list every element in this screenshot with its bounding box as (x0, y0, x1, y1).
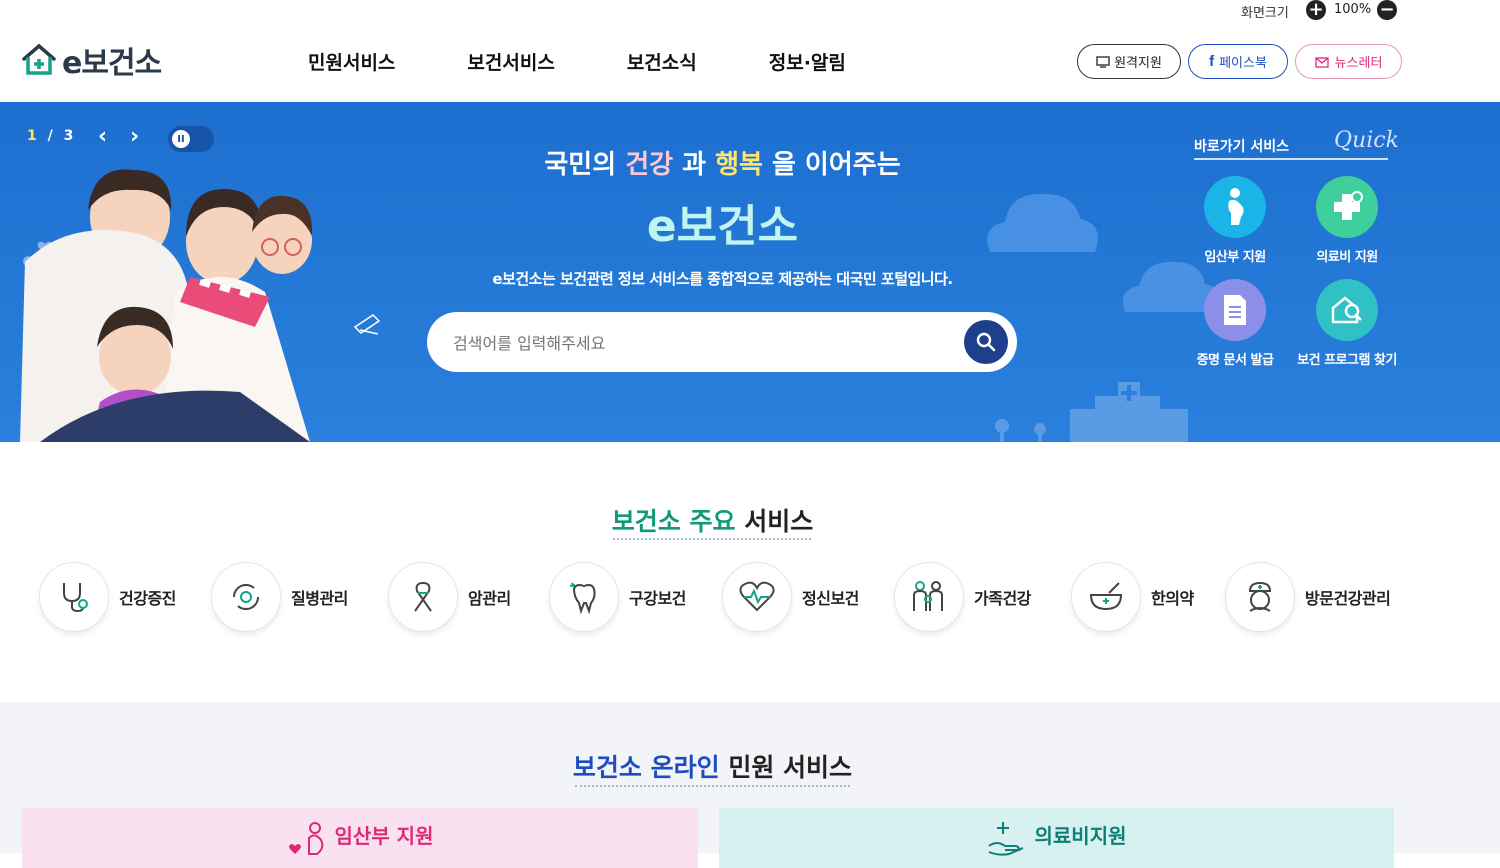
online-services-title-hl: 보건소 온라인 (572, 753, 720, 782)
remote-support-button[interactable]: 원격지원 (1077, 44, 1181, 79)
quick-label-medical: 의료비 지원 (1316, 250, 1378, 265)
quick-medical-support[interactable]: 의료비 지원 (1287, 176, 1407, 265)
remote-support-label: 원격지원 (1114, 56, 1162, 71)
service-oral-health[interactable]: 구강보건 (549, 562, 686, 632)
main-services-title-hl: 보건소 주요 (611, 507, 736, 536)
hospital-building-icon (995, 382, 1188, 442)
service-korean-medicine[interactable]: 한의약 (1071, 562, 1194, 632)
house-plus-icon (22, 43, 56, 75)
hand-plus-icon (987, 822, 1023, 856)
main-services-underline (613, 538, 811, 540)
service-family-health[interactable]: 가족건강 (894, 562, 1031, 632)
service-disease-control[interactable]: 질병관리 (211, 562, 348, 632)
facebook-button[interactable]: f 페이스북 (1188, 44, 1288, 79)
search-icon (976, 332, 996, 352)
slide-separator: / (47, 128, 53, 144)
family-icon (894, 562, 964, 632)
logo[interactable]: e보건소 (20, 38, 162, 82)
service-label: 정신보건 (802, 589, 859, 608)
nav-civil-service[interactable]: 민원서비스 (308, 48, 395, 75)
card-label-medical: 의료비지원 (1034, 824, 1127, 848)
search-box (427, 312, 1017, 372)
medical-cross-icon (1316, 176, 1378, 238)
service-health-promotion[interactable]: 건강증진 (39, 562, 176, 632)
slide-counter: 1 / 3 (27, 128, 73, 144)
search-button[interactable] (964, 320, 1008, 364)
main-nav: 민원서비스 보건서비스 보건소식 정보·알림 (308, 48, 918, 75)
zoom-label: 화면크기 (1241, 6, 1289, 21)
card-pregnant-support[interactable]: 임산부 지원 (22, 808, 698, 868)
header: e보건소 민원서비스 보건서비스 보건소식 정보·알림 원격지원 f 페이스북 … (0, 20, 1500, 102)
online-services-section: 보건소 온라인 민원 서비스 임산부 지원 의료비지원 (0, 702, 1500, 868)
quick-divider (1194, 158, 1388, 160)
facebook-label: 페이스북 (1219, 56, 1267, 71)
online-services-underline (575, 785, 850, 787)
logo-text: e보건소 (62, 46, 162, 81)
main-services-title: 보건소 주요 서비스 (0, 502, 1425, 538)
hero-title-happiness: 행복 (715, 150, 763, 180)
nurse-icon (1225, 562, 1295, 632)
ribbon-icon (388, 562, 458, 632)
virus-cycle-icon (211, 562, 281, 632)
service-label: 암관리 (468, 589, 511, 608)
hero-title-mid: 과 (673, 150, 716, 180)
card-medical-support[interactable]: 의료비지원 (719, 808, 1394, 868)
house-search-icon (1316, 279, 1378, 341)
quick-service-title: 바로가기 서비스 (1194, 139, 1290, 155)
monitor-icon (1096, 55, 1110, 68)
tooth-icon (549, 562, 619, 632)
card-label-pregnant: 임산부 지원 (334, 824, 434, 848)
stethoscope-icon (39, 562, 109, 632)
zoom-in-icon[interactable]: + (1306, 0, 1326, 20)
service-label: 가족건강 (974, 589, 1031, 608)
online-services-title-rest: 민원 서비스 (719, 753, 853, 782)
online-services-title: 보건소 온라인 민원 서비스 (0, 748, 1425, 784)
service-label: 구강보건 (629, 589, 686, 608)
heartbeat-icon (722, 562, 792, 632)
service-label: 질병관리 (291, 589, 348, 608)
slide-current: 1 (27, 128, 37, 144)
main-services-title-rest: 서비스 (735, 507, 814, 536)
hero-title-post: 을 이어주는 (762, 150, 901, 180)
quick-certificate[interactable]: 증명 문서 발급 (1175, 279, 1295, 368)
mortar-icon (1071, 562, 1141, 632)
service-label: 건강증진 (119, 589, 176, 608)
service-label: 한의약 (1151, 589, 1194, 608)
service-label: 방문건강관리 (1305, 589, 1391, 608)
newsletter-button[interactable]: 뉴스레터 (1295, 44, 1402, 79)
service-cancer-care[interactable]: 암관리 (388, 562, 511, 632)
service-home-visit[interactable]: 방문건강관리 (1225, 562, 1391, 632)
quick-program-search[interactable]: 보건 프로그램 찾기 (1287, 279, 1407, 368)
top-utility-bar: 화면크기 + 100% − (0, 0, 1500, 21)
quick-pregnant-support[interactable]: 임산부 지원 (1175, 176, 1295, 265)
nav-info-notice[interactable]: 정보·알림 (769, 48, 846, 75)
quick-label-pregnant: 임산부 지원 (1204, 250, 1266, 265)
pregnant-heart-icon (288, 822, 323, 855)
nav-health-news[interactable]: 보건소식 (627, 48, 697, 75)
newsletter-label: 뉴스레터 (1334, 56, 1383, 71)
nav-health-service[interactable]: 보건서비스 (467, 48, 554, 75)
hero-title-pre: 국민의 (544, 150, 626, 180)
quick-label-program: 보건 프로그램 찾기 (1297, 353, 1397, 368)
mail-icon (1314, 56, 1329, 68)
document-icon (1204, 279, 1266, 341)
pregnant-icon (1204, 176, 1266, 238)
hero-title-health: 건강 (625, 150, 674, 180)
slide-total: 3 (63, 128, 74, 144)
service-mental-health[interactable]: 정신보건 (722, 562, 859, 632)
quick-label-certificate: 증명 문서 발급 (1196, 353, 1274, 368)
zoom-out-icon[interactable]: − (1377, 0, 1397, 20)
facebook-icon: f (1209, 53, 1215, 70)
hero-banner: 1 / 3 ‹ › II 국민의 건강 과 행복 을 이어주는 e보건소 e보건… (0, 102, 1500, 442)
search-input[interactable] (453, 330, 933, 356)
zoom-value: 100% (1334, 2, 1372, 17)
quick-script-label: Quick (1334, 128, 1399, 153)
